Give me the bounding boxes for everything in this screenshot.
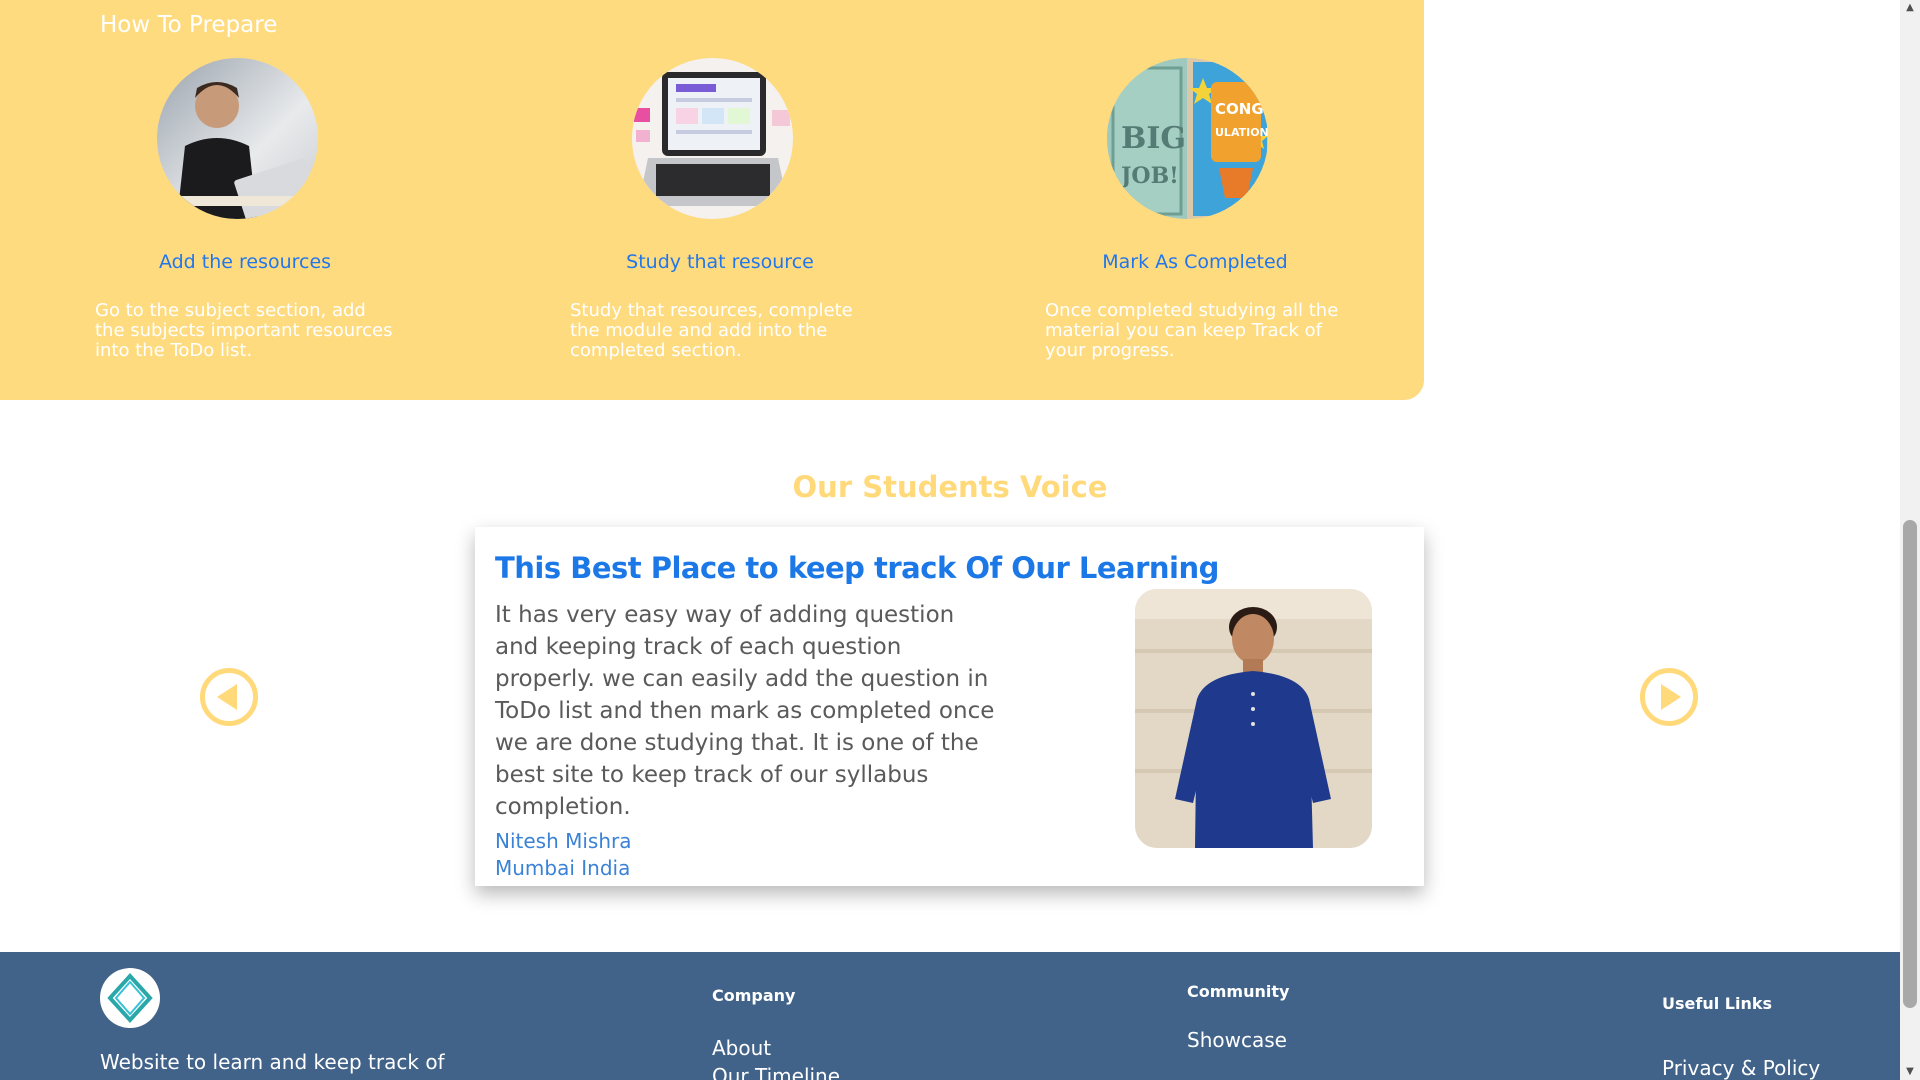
footer-tagline: Website to learn and keep track of <box>100 1050 445 1074</box>
footer-community-title: Community <box>1187 982 1290 1001</box>
diamond-logo-icon <box>107 973 153 1023</box>
step-description: Go to the subject section, add the subje… <box>95 300 393 361</box>
footer-link-timeline[interactable]: Our Timeline <box>712 1064 840 1080</box>
step-title: Mark As Completed <box>1102 251 1288 273</box>
page: How To Prepare Add the resources Go to t… <box>0 0 1920 1080</box>
footer-useful-title: Useful Links <box>1662 994 1773 1013</box>
step-description: Once completed studying all the material… <box>1045 300 1339 361</box>
play-right-circle-icon <box>1661 684 1681 710</box>
scroll-up-arrow-icon[interactable]: ▲ <box>1900 0 1920 16</box>
how-to-prepare-section: How To Prepare Add the resources Go to t… <box>0 0 1424 400</box>
step-image <box>632 58 793 219</box>
footer: Website to learn and keep track of Compa… <box>0 952 1900 1080</box>
step-card: Add the resources Go to the subject sect… <box>90 58 392 361</box>
testimonial-location: Mumbai India <box>495 856 631 880</box>
scrollbar-thumb[interactable] <box>1903 520 1917 1008</box>
step-card: BIG JOB! CONG ULATION Mark As Completed … <box>1040 58 1340 361</box>
step-image <box>157 58 318 219</box>
carousel-next-button[interactable] <box>1640 668 1698 726</box>
testimonial-author: Nitesh Mishra <box>495 829 632 853</box>
footer-link-privacy[interactable]: Privacy & Policy <box>1662 1056 1820 1080</box>
footer-company-title: Company <box>712 986 796 1005</box>
site-logo[interactable] <box>100 968 160 1028</box>
svg-text:CONG: CONG <box>1215 100 1264 118</box>
step-title: Study that resource <box>626 251 814 273</box>
svg-text:JOB!: JOB! <box>1119 163 1179 189</box>
testimonial-text: It has very easy way of adding question … <box>495 602 995 820</box>
svg-text:BIG: BIG <box>1121 121 1186 156</box>
section-title: How To Prepare <box>100 12 278 38</box>
step-description: Study that resources, complete the modul… <box>570 300 853 361</box>
step-title: Add the resources <box>158 251 332 273</box>
testimonial-card: This Best Place to keep track Of Our Lea… <box>475 527 1424 886</box>
step-card: Study that resource Study that resources… <box>565 58 865 361</box>
svg-text:ULATION: ULATION <box>1215 126 1268 139</box>
vertical-scrollbar[interactable]: ▲ ▼ <box>1900 0 1920 1080</box>
carousel-prev-button[interactable] <box>200 668 258 726</box>
testimonial-heading: This Best Place to keep track Of Our Lea… <box>495 551 1219 585</box>
testimonial-photo <box>1135 589 1372 848</box>
footer-link-showcase[interactable]: Showcase <box>1187 1028 1287 1052</box>
scroll-down-arrow-icon[interactable]: ▼ <box>1900 1064 1920 1080</box>
footer-link-about[interactable]: About <box>712 1036 771 1060</box>
play-left-circle-icon <box>217 684 237 710</box>
step-image: BIG JOB! CONG ULATION <box>1107 58 1268 219</box>
students-voice-title: Our Students Voice <box>792 470 1108 504</box>
